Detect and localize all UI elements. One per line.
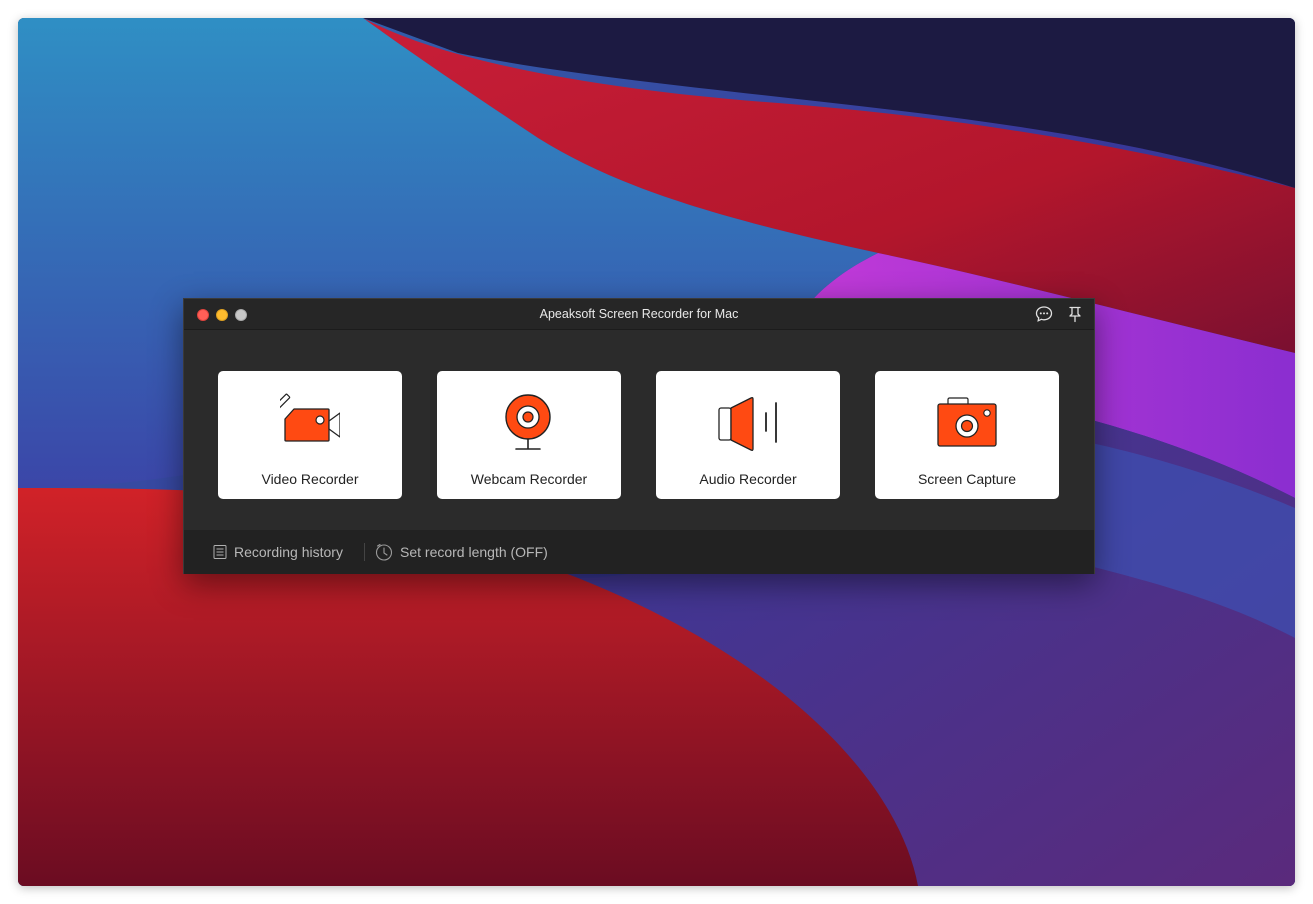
timer-icon <box>375 543 393 561</box>
pin-icon[interactable] <box>1066 305 1084 323</box>
feedback-icon[interactable] <box>1035 305 1053 323</box>
video-recorder-card[interactable]: Video Recorder <box>218 371 402 499</box>
video-camera-icon <box>280 393 340 442</box>
webcam-recorder-card[interactable]: Webcam Recorder <box>437 371 621 499</box>
webcam-icon <box>505 394 551 450</box>
title-bar: Apeaksoft Screen Recorder for Mac <box>184 299 1094 330</box>
recording-history-button[interactable]: Recording history <box>213 543 343 561</box>
desktop: Apeaksoft Screen Recorder for Mac Video … <box>18 18 1295 886</box>
camera-icon <box>937 397 997 447</box>
footer-bar: Recording history Set record length (OFF… <box>184 530 1094 574</box>
set-record-length-button[interactable]: Set record length (OFF) <box>375 543 548 561</box>
screen-capture-label: Screen Capture <box>917 471 1017 487</box>
audio-recorder-card[interactable]: Audio Recorder <box>656 371 840 499</box>
webcam-recorder-label: Webcam Recorder <box>470 471 588 487</box>
video-recorder-label: Video Recorder <box>261 471 359 487</box>
recording-history-label: Recording history <box>234 544 343 560</box>
app-window: Apeaksoft Screen Recorder for Mac Video … <box>183 298 1095 574</box>
window-title: Apeaksoft Screen Recorder for Mac <box>539 307 739 321</box>
screen-capture-card[interactable]: Screen Capture <box>875 371 1059 499</box>
footer-divider <box>364 543 365 561</box>
audio-recorder-label: Audio Recorder <box>699 471 797 487</box>
list-icon <box>213 545 227 559</box>
mode-panel: Video Recorder Webcam Recorder Audio Rec… <box>184 330 1094 530</box>
speaker-icon <box>718 397 777 451</box>
set-record-length-label: Set record length (OFF) <box>400 544 548 560</box>
